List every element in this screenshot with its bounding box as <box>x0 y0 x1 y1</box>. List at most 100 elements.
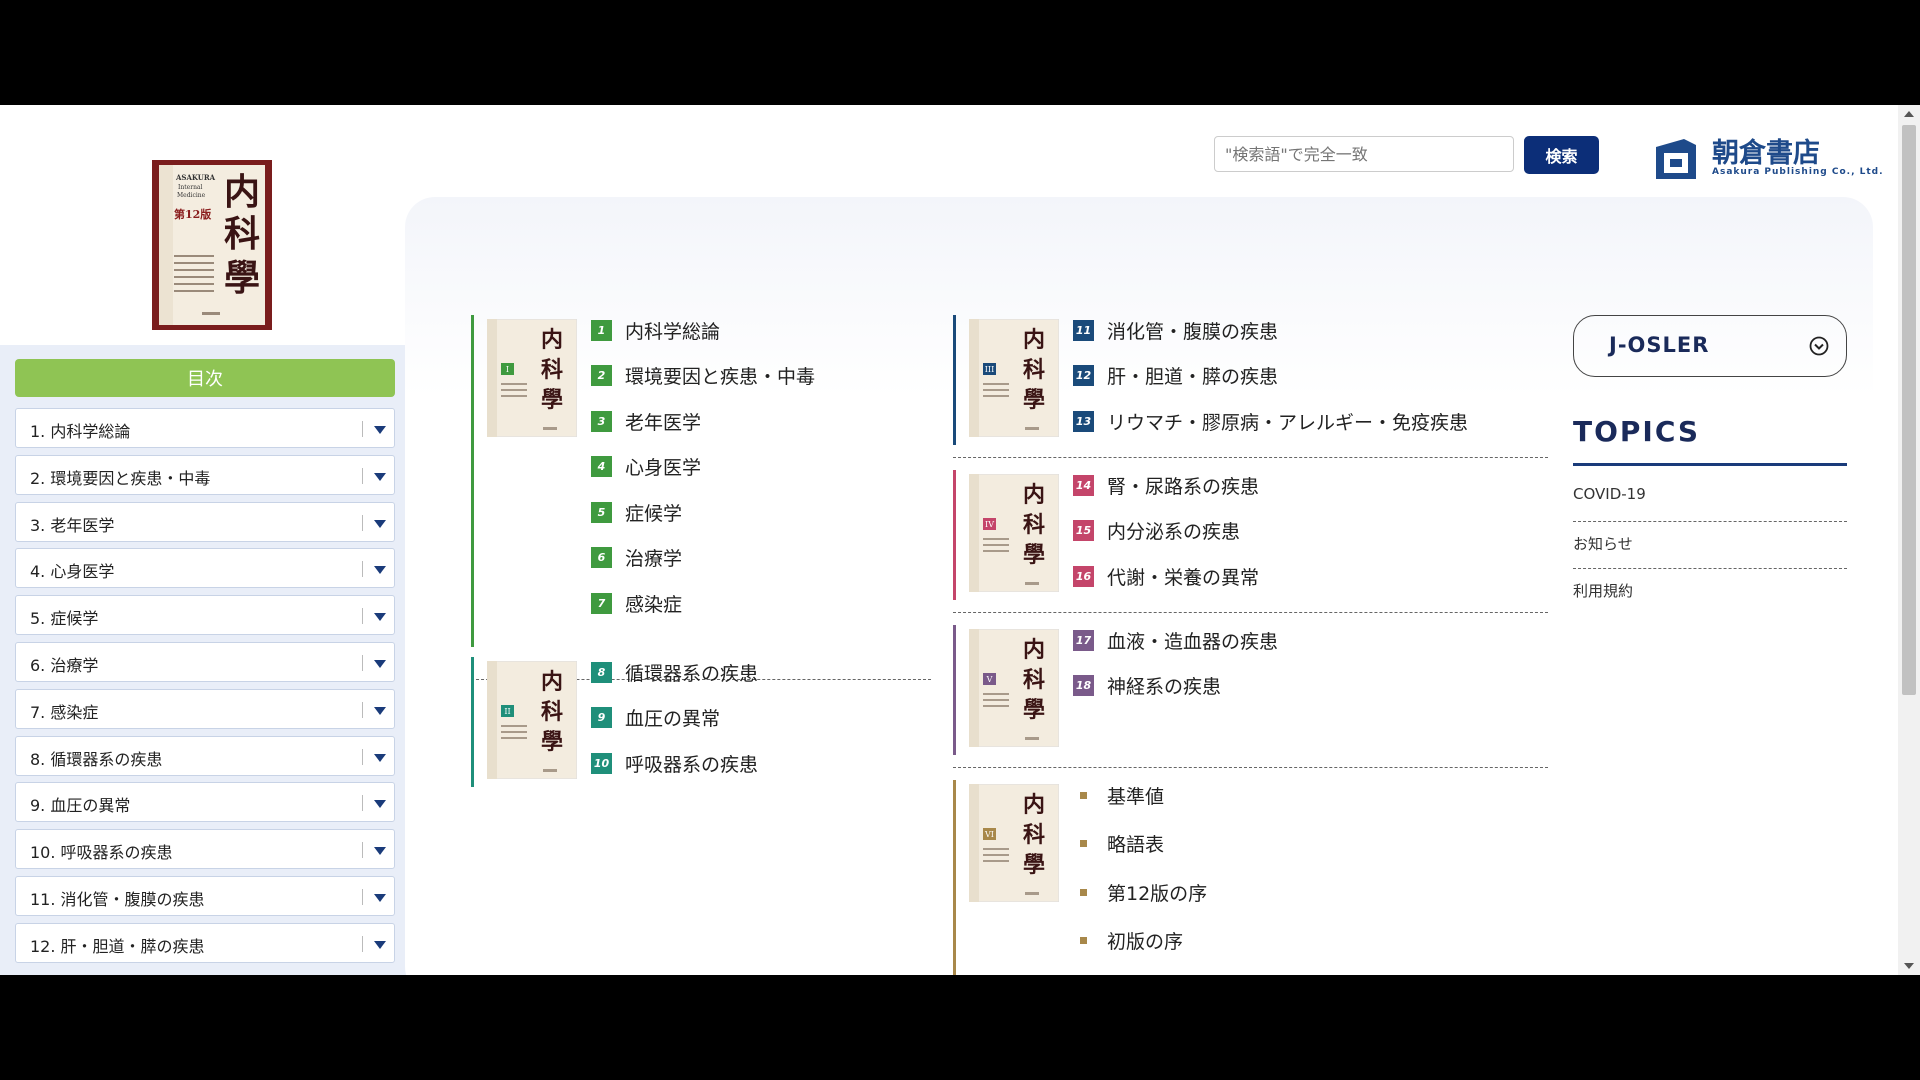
svg-text:内: 内 <box>1023 792 1045 818</box>
chapter-link[interactable]: 5 症候学 <box>591 497 682 527</box>
chapter-link[interactable]: 17 血液・造血器の疾患 <box>1073 625 1278 655</box>
volume-cover-image[interactable]: 内科學 V <box>969 629 1059 747</box>
appendix-title: 初版の序 <box>1107 931 1184 953</box>
search-input[interactable] <box>1214 136 1514 172</box>
volume-roman: II <box>504 707 510 716</box>
scroll-up-arrow-icon[interactable] <box>1904 111 1914 117</box>
volume-divider <box>953 457 1548 458</box>
cover-text-1: ASAKURA <box>175 173 216 182</box>
volume-cover-image[interactable]: 内科學 III <box>969 319 1059 437</box>
chevron-down-icon[interactable] <box>374 940 386 949</box>
topics-title: TOPICS <box>1573 415 1701 448</box>
toc-item[interactable]: 7. 感染症 <box>15 688 395 729</box>
chapter-link[interactable]: 1 内科学総論 <box>591 315 720 345</box>
svg-text:科: 科 <box>1023 512 1045 538</box>
toc-item[interactable]: 1. 内科学総論 <box>15 408 395 448</box>
chevron-down-icon[interactable] <box>374 566 386 575</box>
appendix-link[interactable]: 第12版の序 <box>1073 877 1207 907</box>
topic-terms[interactable]: 利用規約 <box>1573 580 1633 601</box>
chapter-number-badge: 2 <box>591 365 612 386</box>
chapter-link[interactable]: 9 血圧の異常 <box>591 703 720 733</box>
chapter-link[interactable]: 7 感染症 <box>591 588 682 618</box>
chapter-link[interactable]: 8 循環器系の疾患 <box>591 657 758 687</box>
chevron-down-icon[interactable] <box>374 613 386 622</box>
browser-page: ASAKURA Internal Medicine 第12版 内 科 學 検索 … <box>0 105 1920 975</box>
chevron-down-icon[interactable] <box>374 800 386 809</box>
chevron-down-icon[interactable] <box>374 519 386 528</box>
chevron-down-icon[interactable] <box>374 847 386 856</box>
toc-item[interactable]: 11. 消化管・腹膜の疾患 <box>15 875 395 916</box>
toc-item[interactable]: 6. 治療学 <box>15 641 395 682</box>
svg-text:科: 科 <box>541 357 563 383</box>
toc-item[interactable]: 10. 呼吸器系の疾患 <box>15 829 395 870</box>
chapter-link[interactable]: 18 神経系の疾患 <box>1073 671 1221 701</box>
chapter-link[interactable]: 16 代謝・栄養の異常 <box>1073 561 1259 591</box>
chapter-link[interactable]: 12 肝・胆道・膵の疾患 <box>1073 361 1278 391</box>
appendix-link[interactable]: 基準値 <box>1073 780 1164 810</box>
chapter-link[interactable]: 13 リウマチ・膠原病・アレルギー・免疫疾患 <box>1073 406 1468 436</box>
chapter-link[interactable]: 4 心身医学 <box>591 452 701 482</box>
volume-cover-image[interactable]: 内科學 II <box>487 661 577 779</box>
appendix-title: 第12版の序 <box>1107 882 1208 905</box>
chapter-link[interactable]: 14 腎・尿路系の疾患 <box>1073 470 1259 500</box>
chevron-down-icon[interactable] <box>374 659 386 668</box>
scroll-thumb[interactable] <box>1902 125 1916 695</box>
chevron-down-icon[interactable] <box>374 893 386 902</box>
chapter-link[interactable]: 11 消化管・腹膜の疾患 <box>1073 315 1278 345</box>
topic-news[interactable]: お知らせ <box>1573 533 1633 554</box>
square-bullet-icon <box>1080 791 1087 799</box>
chapter-number-badge: 4 <box>591 456 612 477</box>
chapter-link[interactable]: 15 内分泌系の疾患 <box>1073 516 1240 546</box>
topic-divider <box>1573 521 1847 522</box>
square-bullet-icon <box>1080 888 1087 896</box>
scroll-down-arrow-icon[interactable] <box>1904 963 1914 969</box>
toc-item[interactable]: 3. 老年医学 <box>15 501 395 542</box>
chapter-link[interactable]: 10 呼吸器系の疾患 <box>591 748 758 778</box>
chevron-down-icon[interactable] <box>374 706 386 715</box>
page-scrollbar[interactable] <box>1898 105 1920 975</box>
toc-item[interactable]: 5. 症候学 <box>15 595 395 636</box>
chapter-number-badge: 3 <box>591 410 612 432</box>
toc-item[interactable]: 9. 血圧の異常 <box>15 782 395 823</box>
chapter-title: 肝・胆道・膵の疾患 <box>1107 366 1279 388</box>
chevron-down-icon[interactable] <box>374 426 386 434</box>
svg-text:科: 科 <box>1023 357 1045 383</box>
chapter-number-badge: 1 <box>591 319 612 341</box>
cover-title-3: 學 <box>224 257 260 299</box>
chapter-title: 神経系の疾患 <box>1107 676 1222 698</box>
toc-item[interactable]: 8. 循環器系の疾患 <box>15 735 395 776</box>
appendix-link[interactable]: 初版の序 <box>1073 926 1183 956</box>
search-button[interactable]: 検索 <box>1524 136 1599 174</box>
chapter-link[interactable]: 3 老年医学 <box>591 406 701 436</box>
volume-block: 内科學 II 8 循環器系の疾患 9 血圧の異常 10 呼吸器系の疾患 <box>471 657 931 787</box>
toc-item[interactable]: 12. 肝・胆道・膵の疾患 <box>15 922 395 963</box>
volume-cover-image[interactable]: 内科學 VI <box>969 784 1059 902</box>
chapter-number-badge: 8 <box>591 661 612 683</box>
chapter-link[interactable]: 6 治療学 <box>591 543 682 573</box>
chapter-link[interactable]: 2 環境要因と疾患・中毒 <box>591 361 815 391</box>
toc-item-label: 9. 血圧の異常 <box>30 796 131 816</box>
josler-dropdown[interactable]: J-OSLER <box>1573 315 1847 377</box>
chapter-number-badge: 14 <box>1073 474 1094 496</box>
volume-block: 内科學 VI 基準値略語表第12版の序 初版の序 <box>953 780 1548 975</box>
toc-item[interactable]: 2. 環境要因と疾患・中毒 <box>15 454 395 495</box>
appendix-title: 基準値 <box>1107 785 1165 808</box>
cover-title-2: 科 <box>224 213 260 255</box>
svg-text:科: 科 <box>1023 667 1045 693</box>
topic-covid[interactable]: COVID-19 <box>1573 485 1646 503</box>
toc-item-label: 5. 症候学 <box>30 609 99 629</box>
publisher-logo[interactable]: 朝倉書店 Asakura Publishing Co., Ltd. <box>1654 133 1884 183</box>
volume-roman: III <box>985 365 994 374</box>
appendix-link[interactable]: 略語表 <box>1073 829 1164 859</box>
volume-cover-image[interactable]: 内科學 I <box>487 319 577 437</box>
chevron-down-icon[interactable] <box>374 472 386 481</box>
toc-item-label: 1. 内科学総論 <box>30 422 131 441</box>
chapter-title: 老年医学 <box>625 411 702 434</box>
svg-text:科: 科 <box>1023 822 1045 848</box>
toc-item[interactable]: 4. 心身医学 <box>15 548 395 589</box>
book-cover-image[interactable]: ASAKURA Internal Medicine 第12版 内 科 學 <box>152 160 272 330</box>
chapter-title: 消化管・腹膜の疾患 <box>1107 320 1279 343</box>
chapter-number-badge: 6 <box>591 547 612 568</box>
volume-cover-image[interactable]: 内科學 IV <box>969 474 1059 592</box>
chevron-down-icon[interactable] <box>374 753 386 762</box>
